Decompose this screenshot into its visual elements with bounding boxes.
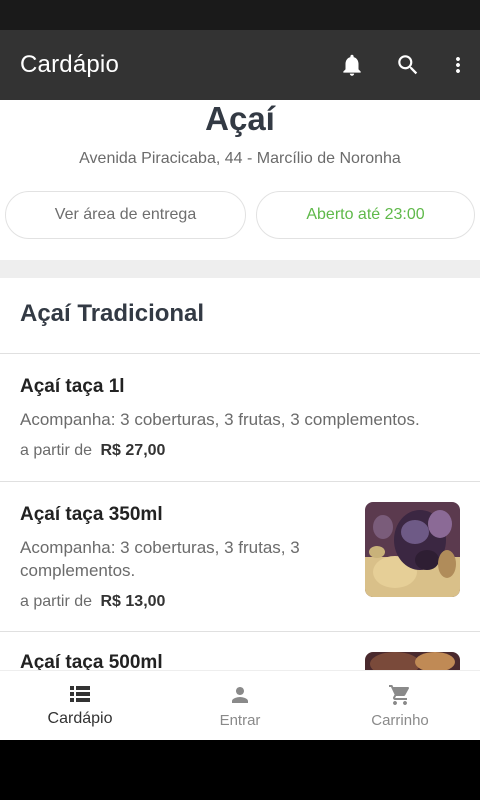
menu-item[interactable]: Açaí taça 1l Acompanha: 3 coberturas, 3 … xyxy=(0,354,480,481)
item-photo xyxy=(365,502,460,597)
item-price: R$ 13,00 xyxy=(100,593,166,610)
acai-photo-image xyxy=(365,502,460,597)
nav-label: Carrinho xyxy=(371,712,429,729)
more-vert-icon xyxy=(456,57,460,73)
section-divider xyxy=(0,260,480,278)
menu-content[interactable]: Açaí Avenida Piracicaba, 44 - Marcílio d… xyxy=(0,100,480,670)
item-description-line: Acompanha: 3 coberturas, 3 frutas, 3 xyxy=(20,538,300,557)
item-photo xyxy=(365,652,460,670)
person-icon xyxy=(232,687,248,703)
nav-label: Entrar xyxy=(219,712,261,729)
acai-photo-image xyxy=(365,652,460,670)
item-description: Acompanha: 3 coberturas, 3 frutas, 3 com… xyxy=(20,410,420,429)
status-bar xyxy=(0,0,480,30)
category-title: Açaí Tradicional xyxy=(20,300,205,327)
menu-list-icon xyxy=(70,686,90,702)
open-status-badge[interactable]: Aberto até 23:00 xyxy=(256,191,475,239)
nav-cart[interactable]: Carrinho xyxy=(320,671,480,740)
item-price-row: a partir de R$ 27,00 xyxy=(20,442,165,460)
item-name: Açaí taça 500ml xyxy=(20,652,163,670)
bottom-navigation: Cardápio Entrar Carrinho xyxy=(0,670,480,740)
item-name: Açaí taça 1l xyxy=(20,376,125,397)
bell-icon xyxy=(343,54,361,76)
menu-item[interactable]: Açaí taça 350ml Acompanha: 3 coberturas,… xyxy=(0,482,480,631)
app-bar-actions xyxy=(324,30,480,100)
nav-label: Cardápio xyxy=(47,710,113,727)
store-name: Açaí xyxy=(205,100,275,137)
app-bar: Cardápio xyxy=(0,30,480,100)
more-options-button[interactable] xyxy=(436,30,480,100)
item-name: Açaí taça 350ml xyxy=(20,504,163,525)
nav-menu[interactable]: Cardápio xyxy=(0,671,160,740)
store-address: Avenida Piracicaba, 44 - Marcílio de Nor… xyxy=(79,150,401,167)
search-button[interactable] xyxy=(380,30,436,100)
item-price-row: a partir de R$ 13,00 xyxy=(20,593,165,611)
nav-login[interactable]: Entrar xyxy=(160,671,320,740)
item-description-line: complementos. xyxy=(20,561,136,580)
system-navigation-area xyxy=(0,740,480,800)
delivery-area-button[interactable]: Ver área de entrega xyxy=(5,191,246,239)
menu-item[interactable]: Açaí taça 500ml xyxy=(0,632,480,670)
cart-icon xyxy=(389,685,410,705)
price-prefix: a partir de xyxy=(20,593,93,610)
page-title: Cardápio xyxy=(20,51,119,78)
item-price: R$ 27,00 xyxy=(100,442,166,459)
notifications-button[interactable] xyxy=(324,30,380,100)
search-icon xyxy=(398,55,418,75)
price-prefix: a partir de xyxy=(20,442,93,459)
item-description: Acompanha: 3 coberturas, 3 frutas, 3 com… xyxy=(20,536,300,582)
